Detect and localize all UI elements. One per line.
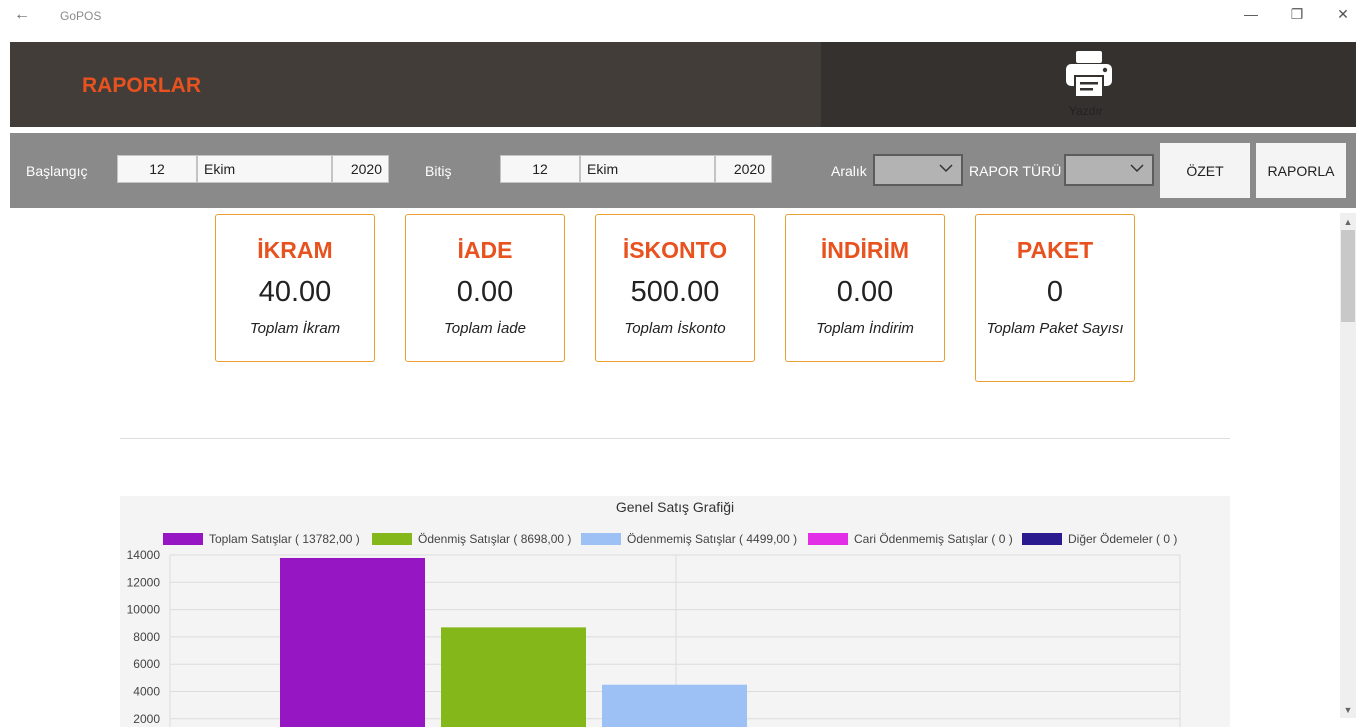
bar [602, 684, 747, 727]
y-tick-label: 4000 [133, 685, 160, 699]
card-title: İSKONTO [622, 237, 728, 263]
start-date-label: Başlangıç [26, 163, 88, 179]
end-day-input[interactable]: 12 [500, 155, 580, 183]
card-title: İADE [457, 237, 513, 263]
y-tick-label: 14000 [127, 548, 161, 562]
summary-card-iade: İADE 0.00 Toplam İade [405, 214, 565, 362]
close-icon[interactable]: ✕ [1333, 6, 1353, 23]
card-title: PAKET [1016, 237, 1094, 263]
legend-label: Ödenmiş Satışlar ( 8698,00 ) [418, 532, 571, 546]
summary-card-paket: PAKET 0 Toplam Paket Sayısı [975, 214, 1135, 382]
chart-title: Genel Satış Grafiği [616, 499, 734, 515]
chevron-down-icon [939, 164, 953, 173]
start-year-input[interactable]: 2020 [332, 155, 389, 183]
chevron-down-icon [1130, 164, 1144, 173]
vertical-scrollbar[interactable]: ▲ ▼ [1340, 213, 1356, 718]
report-type-select[interactable] [1064, 154, 1154, 186]
print-button[interactable]: Yazdır [821, 42, 1356, 127]
report-type-label: RAPOR TÜRÜ [969, 163, 1062, 179]
range-label: Aralık [831, 163, 867, 179]
legend-label: Diğer Ödemeler ( 0 ) [1068, 532, 1177, 546]
card-value: 0.00 [836, 276, 894, 308]
header-bar: RAPORLAR [10, 42, 821, 127]
sales-chart: Genel Satış Grafiği Toplam Satışlar ( 137… [127, 499, 1181, 727]
card-value: 0 [1046, 276, 1064, 308]
y-tick-label: 2000 [133, 712, 160, 726]
filter-bar: Başlangıç 12 Ekim 2020 Bitiş 12 Ekim 202… [10, 133, 1356, 208]
card-subtitle: Toplam İade [443, 320, 526, 337]
legend-swatch [581, 533, 621, 545]
minimize-icon[interactable]: — [1241, 6, 1261, 22]
window-title: GoPOS [60, 9, 102, 23]
printer-icon [1066, 51, 1112, 98]
range-select[interactable] [873, 154, 963, 186]
summary-card-indirim: İNDİRİM 0.00 Toplam İndirim [785, 214, 945, 362]
card-subtitle: Toplam İkram [249, 320, 341, 337]
section-divider [120, 438, 1230, 439]
window-titlebar: ← GoPOS — ❐ ✕ [0, 0, 1365, 32]
summary-card-ikram: İKRAM 40.00 Toplam İkram [215, 214, 375, 362]
page-title: RAPORLAR [82, 74, 201, 97]
restore-icon[interactable]: ❐ [1287, 6, 1307, 23]
card-value: 0.00 [456, 276, 514, 308]
legend-swatch [372, 533, 412, 545]
y-tick-label: 12000 [127, 575, 161, 589]
scroll-up-icon[interactable]: ▲ [1340, 215, 1356, 229]
legend-swatch [163, 533, 203, 545]
arrow-left-icon[interactable]: ← [14, 6, 30, 24]
card-subtitle: Toplam İndirim [816, 320, 914, 337]
end-year-input[interactable]: 2020 [715, 155, 772, 183]
legend-label: Cari Ödenmemiş Satışlar ( 0 ) [854, 532, 1013, 546]
report-button[interactable]: RAPORLA [1256, 143, 1346, 198]
start-month-input[interactable]: Ekim [197, 155, 332, 183]
y-tick-label: 8000 [133, 630, 160, 644]
card-value: 500.00 [630, 276, 720, 308]
start-day-input[interactable]: 12 [117, 155, 197, 183]
y-tick-label: 10000 [127, 603, 161, 617]
card-value: 40.00 [258, 276, 332, 308]
end-month-input[interactable]: Ekim [580, 155, 715, 183]
bar [441, 627, 586, 727]
card-subtitle: Toplam İskonto [624, 320, 726, 337]
scroll-down-icon[interactable]: ▼ [1340, 703, 1356, 717]
sales-chart-panel: Genel Satış Grafiği Toplam Satışlar ( 137… [120, 496, 1230, 727]
y-tick-label: 6000 [133, 657, 160, 671]
legend-label: Ödenmemiş Satışlar ( 4499,00 ) [627, 532, 797, 546]
bar [280, 557, 425, 727]
legend-swatch [1022, 533, 1062, 545]
legend-label: Toplam Satışlar ( 13782,00 ) [209, 532, 360, 546]
summary-card-iskonto: İSKONTO 500.00 Toplam İskonto [595, 214, 755, 362]
card-title: İNDİRİM [820, 237, 910, 263]
scroll-thumb[interactable] [1341, 230, 1355, 322]
legend-swatch [808, 533, 848, 545]
print-label: Yazdır [1069, 104, 1103, 118]
card-subtitle: Toplam Paket Sayısı [986, 320, 1124, 337]
card-title: İKRAM [257, 237, 333, 263]
summary-button[interactable]: ÖZET [1160, 143, 1250, 198]
end-date-label: Bitiş [425, 163, 452, 179]
